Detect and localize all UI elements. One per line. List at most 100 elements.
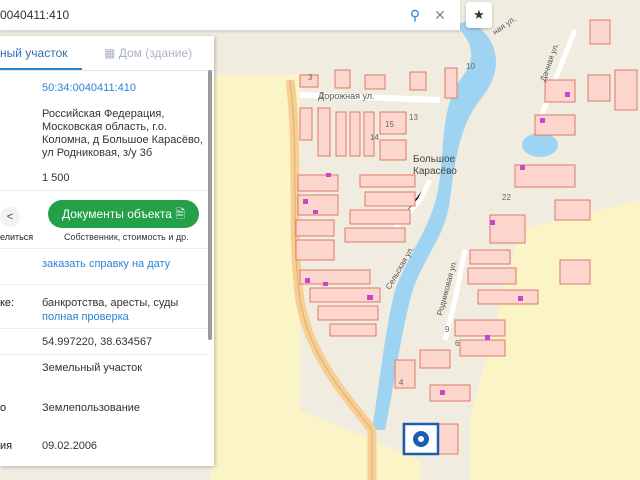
house-number: 3 — [308, 73, 313, 82]
parcel — [379, 139, 407, 161]
parcel — [429, 384, 471, 402]
building — [540, 118, 545, 123]
street-label-dorozhnaya: Дорожная ул. — [318, 91, 375, 101]
building — [323, 282, 328, 286]
address-text: Российская Федерация, Московская область… — [42, 108, 203, 159]
parcel — [554, 199, 591, 221]
object-type: Земельный участок — [42, 362, 143, 374]
registration-date: 09.02.2006 — [42, 440, 98, 452]
village-label-line1: Большое — [413, 154, 456, 165]
house-number: 4 — [399, 378, 404, 387]
parcel — [489, 214, 526, 244]
search-icon[interactable]: ⚲ — [405, 5, 425, 25]
search-input[interactable]: 0040411:410 — [0, 8, 69, 22]
divider — [0, 328, 208, 329]
parcel — [589, 19, 611, 45]
land-use-value: Землепользование — [42, 402, 141, 414]
house-number: 14 — [370, 133, 379, 142]
parcel — [544, 79, 576, 103]
parcel — [299, 107, 313, 141]
coordinates: 54.997220, 38.634567 — [42, 336, 153, 348]
selected-pin-dot — [418, 436, 424, 442]
building — [313, 210, 318, 214]
documents-button-label: Документы объекта — [62, 207, 172, 221]
pond — [522, 133, 558, 157]
building — [367, 295, 373, 300]
active-tab-underline — [0, 68, 82, 70]
house-number: 13 — [409, 113, 418, 122]
building — [440, 390, 445, 395]
share-label: елиться — [0, 232, 34, 242]
parcel — [349, 111, 361, 157]
parcel — [295, 219, 335, 237]
parcel — [559, 259, 591, 285]
info-panel: ный участок ▦ Дом (здание) 50:34:0040411… — [0, 36, 214, 466]
parcel — [329, 323, 377, 337]
divider — [0, 248, 208, 249]
parcel — [335, 111, 347, 157]
documents-subtitle: Собственник, стоимость и др. — [64, 232, 189, 242]
close-icon[interactable]: ✕ — [430, 5, 450, 25]
parcel — [454, 319, 506, 337]
divider — [0, 284, 208, 285]
cad-number-link[interactable]: 50:34:0040411:410 — [42, 82, 136, 94]
favorite-star-button[interactable]: ★ — [466, 2, 492, 28]
parcel — [444, 67, 458, 99]
date-label: ия — [0, 440, 13, 452]
tab-bar: ный участок ▦ Дом (здание) — [0, 36, 214, 71]
parcel — [459, 339, 506, 357]
tab-building[interactable]: ▦ Дом (здание) — [104, 46, 192, 60]
parcel — [394, 359, 416, 389]
parcel — [477, 289, 539, 305]
parcel — [317, 107, 331, 157]
search-bar[interactable]: 0040411:410 ⚲ ✕ — [0, 0, 460, 31]
parcel — [334, 69, 351, 89]
parcel — [364, 191, 416, 207]
check-label: ке: — [0, 297, 15, 309]
divider — [0, 190, 208, 191]
panel-scrollbar[interactable] — [208, 70, 212, 340]
building — [303, 199, 308, 204]
share-icon[interactable]: < — [0, 207, 20, 227]
divider — [0, 354, 208, 355]
full-check-link[interactable]: полная проверка — [42, 311, 129, 323]
building — [490, 220, 495, 225]
order-report-link[interactable]: заказать справку на дату — [42, 258, 170, 270]
parcel — [469, 249, 511, 265]
building-icon: ▦ — [104, 46, 116, 60]
building — [305, 278, 310, 283]
use-label: о — [0, 402, 7, 414]
house-number: 9 — [445, 325, 450, 334]
village-label-line2: Карасёво — [413, 166, 457, 177]
parcel — [364, 74, 386, 90]
house-number: 10 — [466, 62, 475, 71]
parcel — [349, 209, 411, 225]
parcel — [419, 349, 451, 369]
building — [518, 296, 523, 301]
parcel — [299, 269, 371, 285]
house-number: 2 — [320, 91, 325, 100]
field-left — [210, 75, 300, 480]
parcel — [467, 267, 517, 285]
building — [485, 335, 490, 340]
tab-land-plot[interactable]: ный участок — [0, 46, 68, 60]
house-number: 6 — [455, 339, 460, 348]
house-number: 15 — [385, 120, 394, 129]
parcel — [344, 227, 406, 243]
building — [520, 165, 525, 170]
parcel — [359, 174, 416, 188]
parcel — [409, 71, 427, 91]
building — [326, 173, 331, 177]
building — [565, 92, 570, 97]
documents-button[interactable]: Документы объекта 🗎 — [48, 200, 199, 228]
document-icon: 🗎 — [175, 207, 185, 221]
area-value: 1 500 — [42, 172, 70, 184]
parcel — [317, 305, 379, 321]
parcel — [297, 174, 339, 192]
parcel — [614, 69, 638, 111]
check-items: банкротства, аресты, суды — [42, 297, 179, 309]
tab-building-label: Дом (здание) — [118, 46, 193, 60]
star-icon: ★ — [473, 7, 485, 22]
parcel — [587, 74, 611, 102]
parcel — [295, 239, 335, 261]
